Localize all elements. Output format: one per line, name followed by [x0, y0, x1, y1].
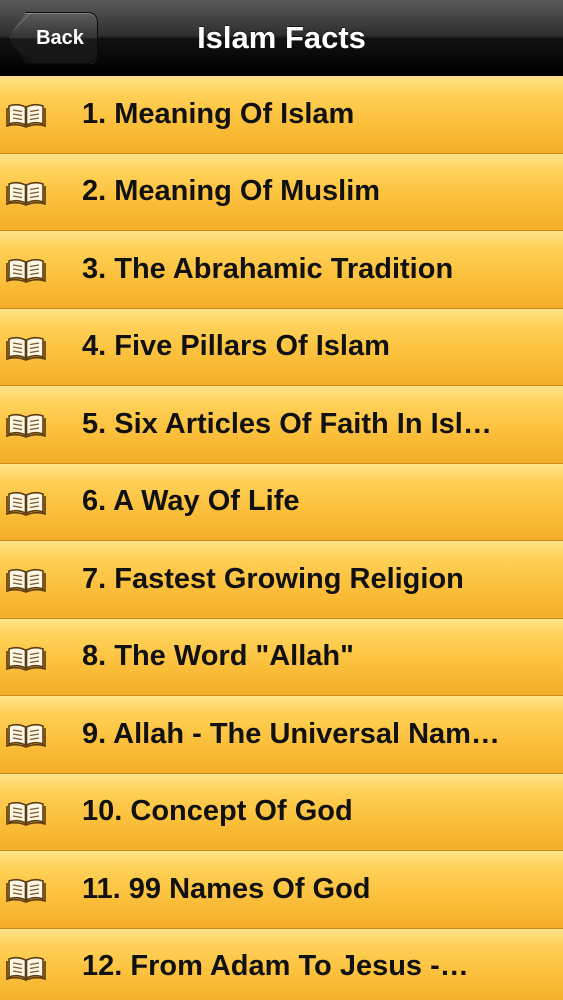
open-book-icon — [6, 879, 46, 904]
open-book-icon — [6, 724, 46, 749]
list-item-label: 4. Five Pillars Of Islam — [82, 309, 545, 386]
list-item-label: 5. Six Articles Of Faith In Isl… — [82, 386, 545, 463]
open-book-icon — [6, 956, 46, 981]
list-item-text: 1. Meaning Of Islam — [82, 97, 355, 130]
list-item-4[interactable]: 4. Five Pillars Of Islam — [0, 308, 563, 386]
list-item-3[interactable]: 3. The Abrahamic Tradition — [0, 231, 563, 309]
list-item-9[interactable]: 9. Allah - The Universal Nam… — [0, 696, 563, 774]
list-item-10[interactable]: 10. Concept Of God — [0, 773, 563, 851]
list-item-label: 7. Fastest Growing Religion — [82, 541, 545, 618]
navigation-bar: Back Islam Facts — [0, 0, 563, 76]
list-item-label: 2. Meaning Of Muslim — [82, 154, 545, 231]
list-item-text: 3. The Abrahamic Tradition — [82, 252, 454, 285]
list-item-text: 10. Concept Of God — [82, 795, 353, 828]
list-item-text: 12. From Adam To Jesus -… — [82, 950, 469, 983]
open-book-icon — [6, 414, 46, 439]
list-item-text: 2. Meaning Of Muslim — [82, 175, 381, 208]
open-book-icon — [6, 336, 46, 361]
list-item-7[interactable]: 7. Fastest Growing Religion — [0, 541, 563, 619]
list-item-label: 9. Allah - The Universal Nam… — [82, 696, 545, 773]
open-book-icon — [6, 491, 46, 516]
list-item-6[interactable]: 6. A Way Of Life — [0, 463, 563, 541]
list-item-text: 9. Allah - The Universal Nam… — [82, 717, 500, 750]
list-item-text: 6. A Way Of Life — [82, 485, 300, 518]
open-book-icon — [6, 569, 46, 594]
list-item-text: 7. Fastest Growing Religion — [82, 562, 464, 595]
facts-list: 1. Meaning Of Islam 2. Meaning Of Muslim — [0, 76, 563, 1000]
list-item-1[interactable]: 1. Meaning Of Islam — [0, 76, 563, 154]
open-book-icon — [6, 181, 46, 206]
list-item-2[interactable]: 2. Meaning Of Muslim — [0, 153, 563, 231]
list-item-text: 5. Six Articles Of Faith In Isl… — [82, 407, 492, 440]
page-title: Islam Facts — [197, 20, 366, 55]
open-book-icon — [6, 646, 46, 671]
list-item-label: 10. Concept Of God — [82, 774, 545, 851]
list-item-label: 6. A Way Of Life — [82, 464, 545, 541]
list-item-label: 1. Meaning Of Islam — [82, 76, 545, 153]
list-item-text: 8. The Word "Allah" — [82, 640, 354, 673]
open-book-icon — [6, 801, 46, 826]
list-item-12[interactable]: 12. From Adam To Jesus -… — [0, 928, 563, 1000]
list-item-11[interactable]: 11. 99 Names Of God — [0, 851, 563, 929]
list-item-5[interactable]: 5. Six Articles Of Faith In Isl… — [0, 386, 563, 464]
list-item-text: 4. Five Pillars Of Islam — [82, 330, 390, 363]
list-item-label: 11. 99 Names Of God — [82, 851, 545, 928]
open-book-icon — [6, 104, 46, 129]
list-item-label: 12. From Adam To Jesus -… — [82, 929, 545, 1000]
list-item-text: 11. 99 Names Of God — [82, 872, 371, 905]
list-item-8[interactable]: 8. The Word "Allah" — [0, 618, 563, 696]
list-item-label: 8. The Word "Allah" — [82, 619, 545, 696]
list-item-label: 3. The Abrahamic Tradition — [82, 231, 545, 308]
open-book-icon — [6, 259, 46, 284]
